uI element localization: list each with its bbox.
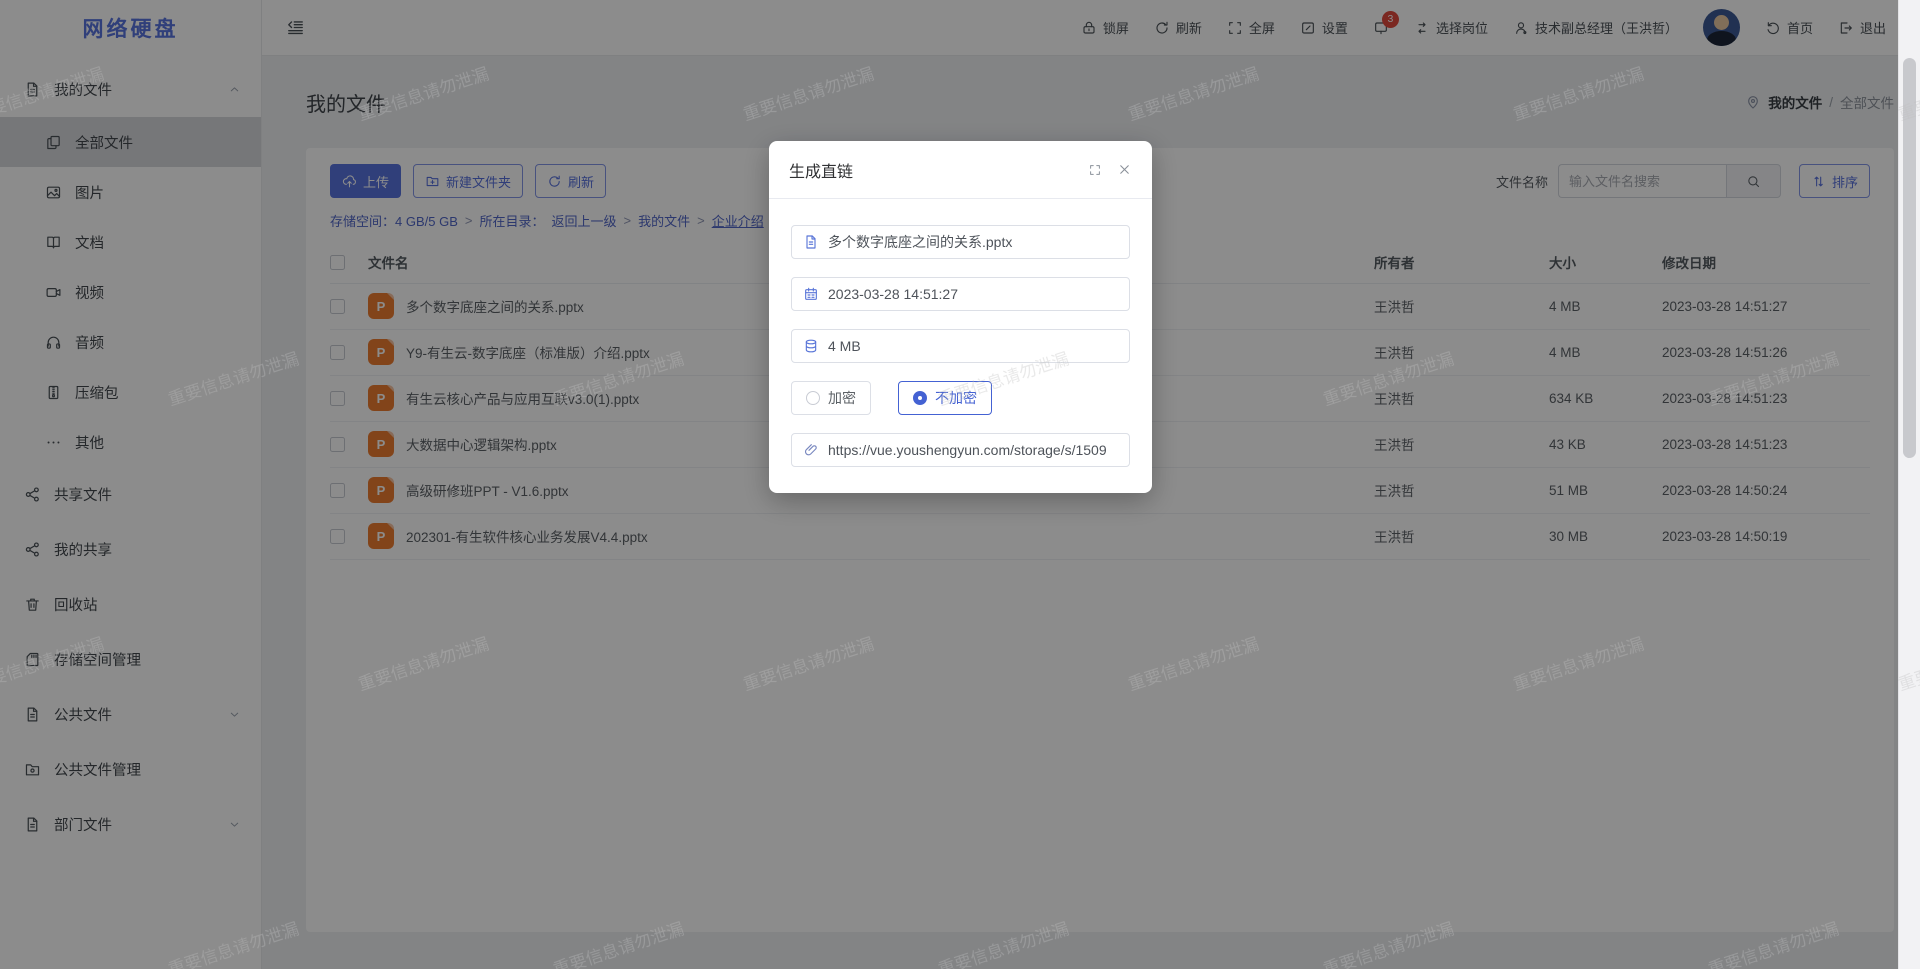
- file-date-field: 2023-03-28 14:51:27: [791, 277, 1130, 311]
- page-scrollbar[interactable]: [1898, 0, 1920, 969]
- link-icon: [803, 442, 819, 458]
- scrollbar-thumb[interactable]: [1903, 58, 1916, 458]
- no-encrypt-radio-label: 不加密: [935, 388, 977, 408]
- encrypt-radio[interactable]: 加密: [791, 381, 871, 415]
- generate-link-modal: 生成直链 多个数字底座之间的关系.pptx 2023-03-28 14:51:2…: [769, 141, 1152, 493]
- direct-link-field[interactable]: https://vue.youshengyun.com/storage/s/15…: [791, 433, 1130, 467]
- file-date-value: 2023-03-28 14:51:27: [828, 286, 958, 302]
- file-name-field: 多个数字底座之间的关系.pptx: [791, 225, 1130, 259]
- modal-title: 生成直链: [789, 158, 853, 182]
- file-size-value: 4 MB: [828, 338, 861, 354]
- file-icon: [803, 234, 819, 250]
- encrypt-radio-label: 加密: [828, 388, 856, 408]
- radio-unselected-icon: [806, 391, 820, 405]
- encrypt-options: 加密 不加密: [791, 381, 1130, 415]
- modal-header: 生成直链: [769, 141, 1152, 199]
- calendar-icon: [803, 286, 819, 302]
- file-size-field: 4 MB: [791, 329, 1130, 363]
- no-encrypt-radio[interactable]: 不加密: [898, 381, 992, 415]
- modal-body: 多个数字底座之间的关系.pptx 2023-03-28 14:51:27 4 M…: [769, 199, 1152, 491]
- file-name-value: 多个数字底座之间的关系.pptx: [828, 232, 1012, 252]
- radio-selected-icon: [913, 391, 927, 405]
- direct-link-value: https://vue.youshengyun.com/storage/s/15…: [828, 442, 1107, 458]
- close-icon[interactable]: [1117, 162, 1132, 177]
- database-icon: [803, 338, 819, 354]
- expand-icon[interactable]: [1088, 163, 1102, 177]
